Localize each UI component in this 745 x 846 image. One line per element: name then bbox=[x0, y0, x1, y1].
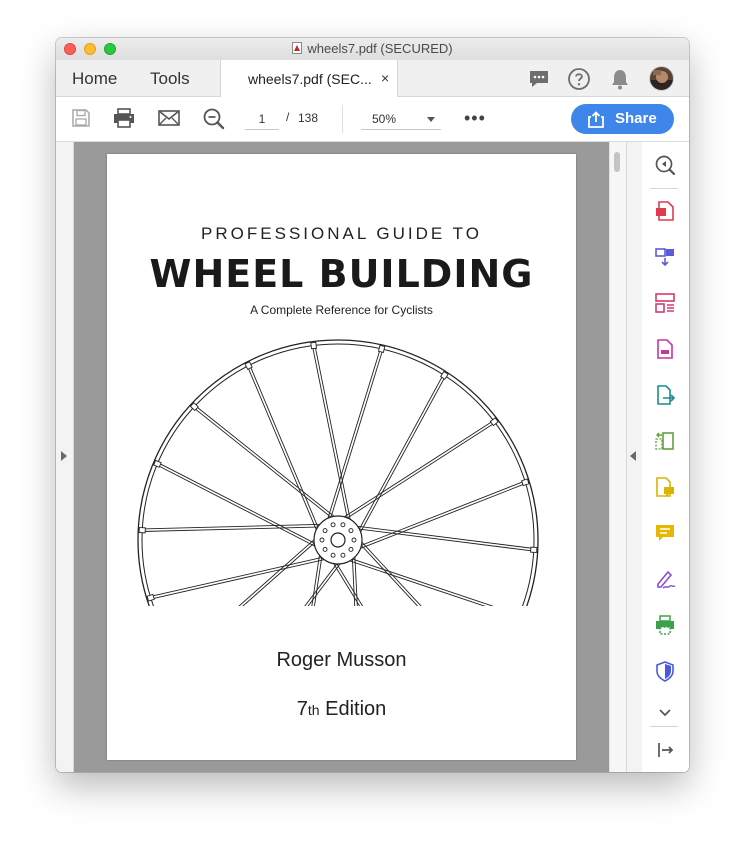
document-area: PROFESSIONAL GUIDE TO WHEEL BUILDING A C… bbox=[56, 142, 689, 772]
tab-bar: Home Tools wheels7.pdf (SEC... × bbox=[56, 60, 689, 97]
page-number-input[interactable]: 1 bbox=[245, 109, 279, 130]
tab-document[interactable]: wheels7.pdf (SEC... × bbox=[220, 60, 398, 97]
cover-author: Roger Musson bbox=[276, 649, 407, 671]
right-panel-toggle[interactable] bbox=[626, 142, 643, 772]
export-pdf-icon[interactable] bbox=[654, 200, 676, 222]
tab-home[interactable]: Home bbox=[72, 69, 117, 89]
tab-document-label: wheels7.pdf (SEC... bbox=[248, 71, 372, 87]
rail-divider bbox=[650, 188, 678, 189]
page-total: 138 bbox=[298, 111, 319, 125]
collapse-panel-icon[interactable] bbox=[654, 154, 676, 176]
help-icon[interactable] bbox=[567, 67, 591, 91]
export-icon[interactable] bbox=[654, 384, 676, 406]
spoke-nipple bbox=[310, 341, 318, 350]
comment-icon[interactable] bbox=[654, 522, 676, 544]
rail-divider-bottom bbox=[650, 726, 678, 727]
spoke-nipple bbox=[153, 459, 162, 468]
edition-suffix: th bbox=[307, 702, 320, 718]
organize-pages-icon[interactable] bbox=[654, 292, 676, 314]
print-icon[interactable] bbox=[112, 107, 136, 129]
edition-word: Edition bbox=[319, 698, 387, 720]
cover-supertitle: PROFESSIONAL GUIDE TO bbox=[201, 224, 482, 243]
scrollbar-thumb[interactable] bbox=[614, 152, 620, 172]
zoom-value: 50% bbox=[372, 112, 397, 126]
zoom-out-icon[interactable] bbox=[202, 107, 226, 131]
spoke-nipple bbox=[377, 344, 386, 353]
bicycle-wheel-illustration bbox=[137, 339, 539, 606]
toolbar-divider bbox=[342, 105, 343, 133]
combine-files-icon[interactable] bbox=[654, 246, 676, 268]
expand-panel-icon[interactable] bbox=[654, 740, 676, 760]
vertical-scrollbar[interactable] bbox=[609, 142, 626, 772]
close-tab-button[interactable]: × bbox=[381, 70, 389, 86]
main-toolbar: 1 / 138 50% ••• Share bbox=[56, 97, 689, 142]
pdf-file-icon bbox=[292, 42, 303, 54]
spoke-nipple bbox=[521, 478, 530, 487]
tab-tools[interactable]: Tools bbox=[150, 69, 190, 89]
notifications-bell-icon[interactable] bbox=[609, 67, 631, 91]
spoke-nipple bbox=[146, 593, 155, 602]
scan-icon[interactable] bbox=[654, 430, 676, 452]
window-title: wheels7.pdf (SECURED) bbox=[56, 41, 689, 56]
user-avatar[interactable] bbox=[649, 66, 674, 91]
expand-left-arrow-icon bbox=[61, 451, 67, 461]
share-label: Share bbox=[615, 110, 657, 127]
compress-pdf-icon[interactable] bbox=[654, 338, 676, 360]
title-bar: wheels7.pdf (SECURED) bbox=[56, 38, 689, 61]
more-tools-button[interactable]: ••• bbox=[464, 108, 486, 129]
collapse-right-arrow-icon bbox=[630, 451, 636, 461]
spoke-nipple bbox=[530, 546, 538, 553]
app-window: wheels7.pdf (SECURED) Home Tools wheels7… bbox=[56, 38, 689, 772]
page-separator: / bbox=[286, 110, 290, 124]
comments-icon[interactable] bbox=[527, 67, 551, 91]
zoom-select[interactable]: 50% bbox=[361, 109, 441, 130]
share-icon bbox=[588, 111, 604, 128]
spoke-nipple bbox=[138, 527, 146, 534]
left-panel-toggle[interactable] bbox=[56, 142, 74, 772]
chevron-down-icon[interactable] bbox=[654, 706, 676, 720]
cover-subtitle: A Complete Reference for Cyclists bbox=[250, 303, 433, 317]
share-button[interactable]: Share bbox=[571, 104, 674, 134]
chevron-down-icon bbox=[427, 117, 435, 122]
save-icon[interactable] bbox=[70, 107, 92, 129]
comment-file-icon[interactable] bbox=[654, 476, 676, 498]
cover-title: WHEEL BUILDING bbox=[149, 252, 534, 296]
document-canvas[interactable]: PROFESSIONAL GUIDE TO WHEEL BUILDING A C… bbox=[74, 142, 609, 772]
protect-icon[interactable] bbox=[654, 660, 676, 682]
print-production-icon[interactable] bbox=[654, 614, 676, 636]
tools-pane bbox=[642, 142, 689, 772]
cover-edition: 7th Edition bbox=[107, 698, 576, 721]
edition-number: 7 bbox=[296, 698, 308, 720]
fill-sign-icon[interactable] bbox=[654, 568, 676, 590]
email-icon[interactable] bbox=[157, 107, 181, 129]
window-title-text: wheels7.pdf (SECURED) bbox=[307, 41, 453, 56]
pdf-page: PROFESSIONAL GUIDE TO WHEEL BUILDING A C… bbox=[107, 154, 576, 760]
